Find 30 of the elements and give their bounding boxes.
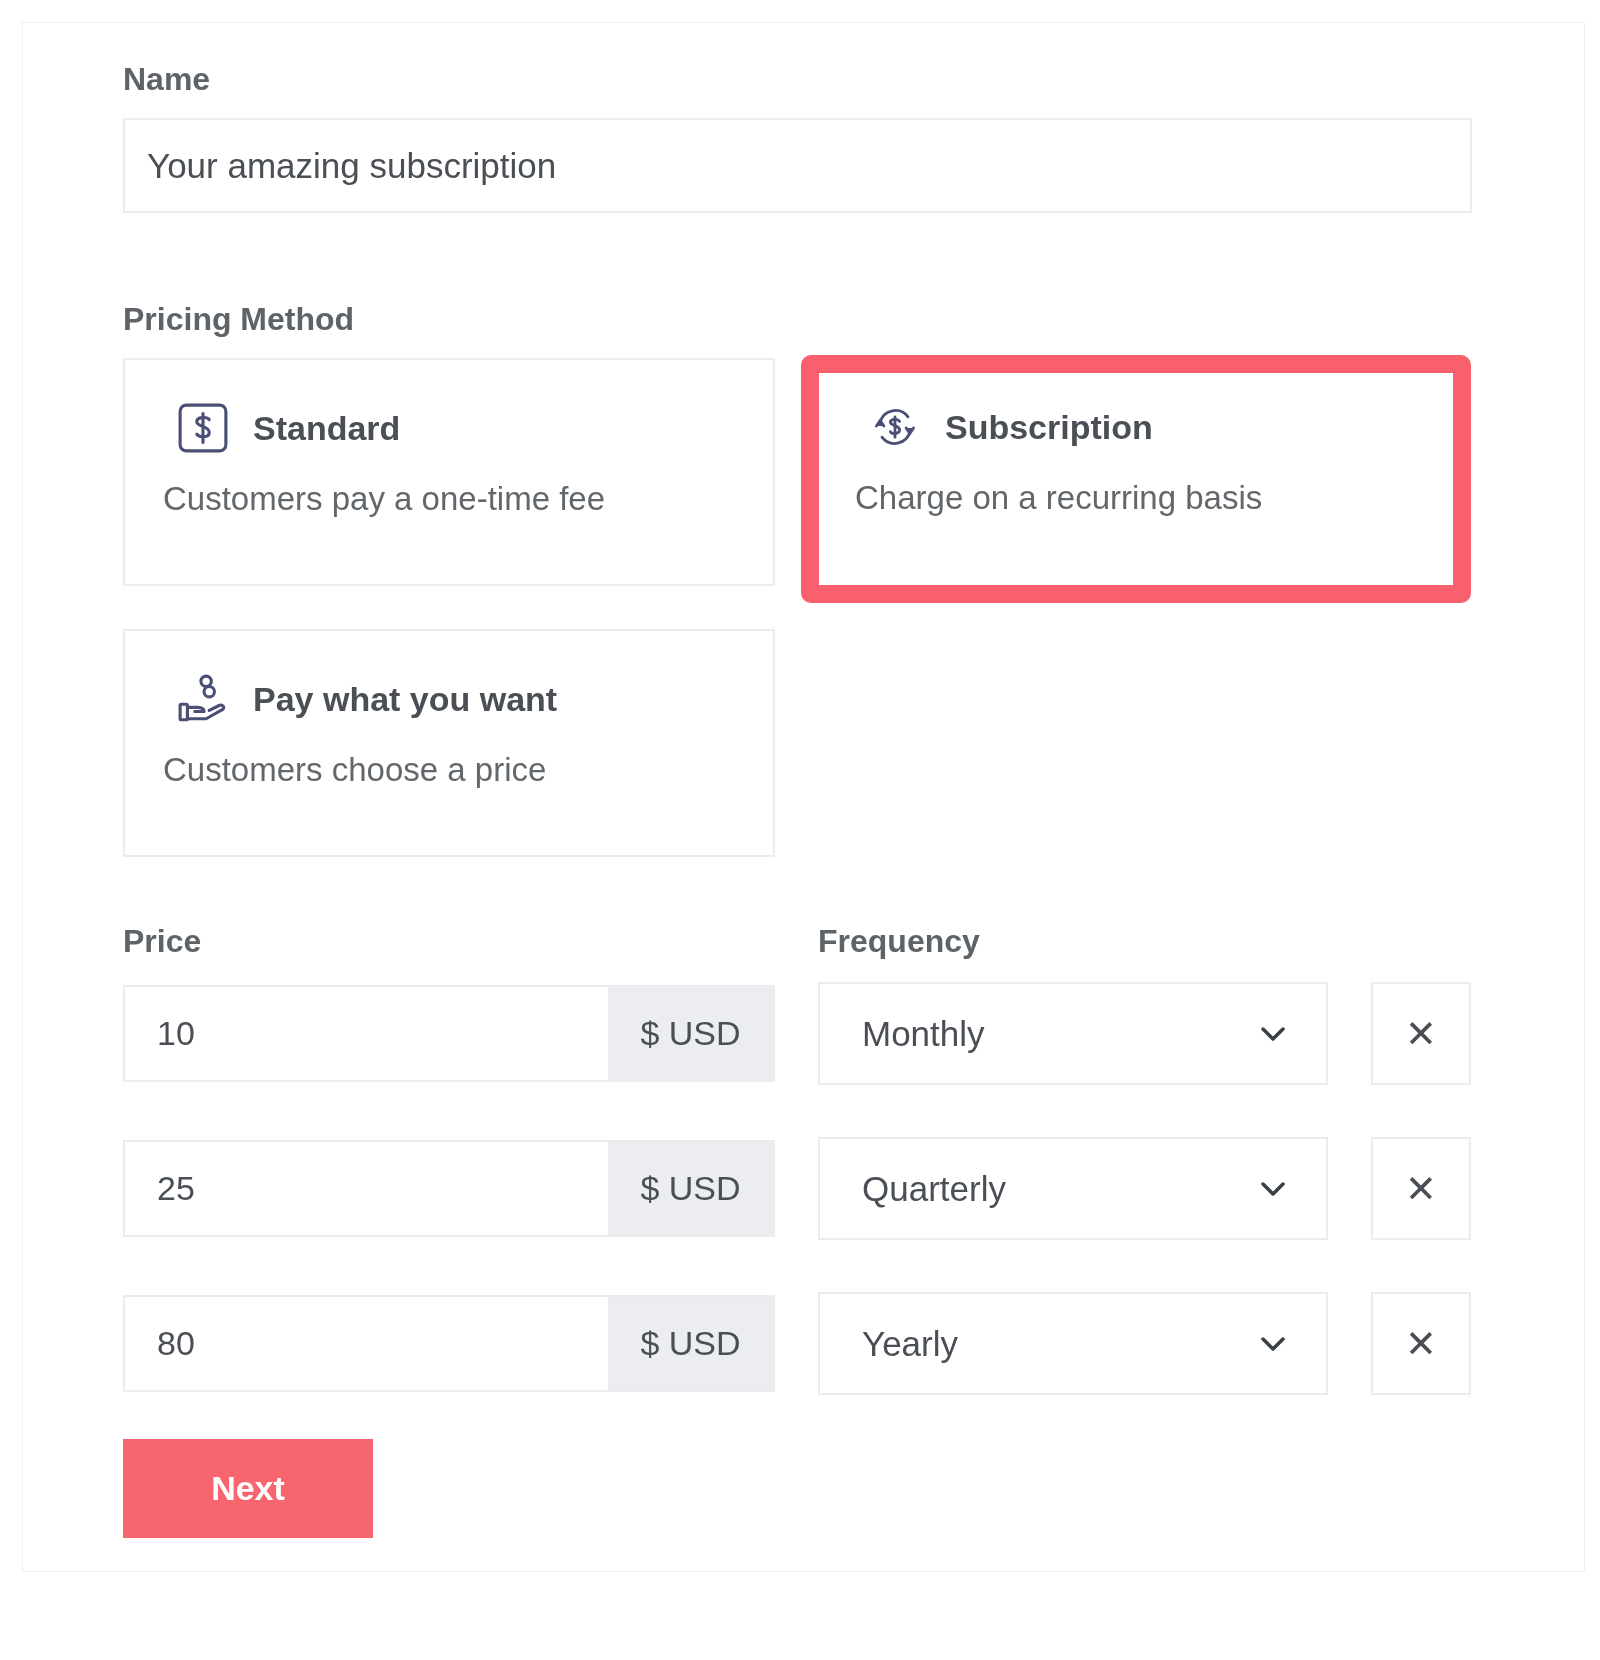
chevron-down-icon [1260,1180,1286,1197]
option-title: Subscription [945,407,1153,447]
currency-addon: $ USD [608,1142,773,1235]
field-label: Name [123,61,212,98]
option-title: Standard [253,408,401,448]
name-input[interactable]: Your amazing subscription [123,118,1472,213]
currency-addon: $ USD [608,1297,773,1390]
option-title: Pay what you want [253,679,558,719]
price-label: Price [123,923,203,960]
price-input[interactable]: 80 $ USD [123,1295,775,1392]
remove-button[interactable]: ✕ [1371,1137,1471,1240]
price-input[interactable]: 25 $ USD [123,1140,775,1237]
section-label: Pricing Method [123,301,356,338]
chevron-down-icon [1260,1335,1286,1352]
pricing-option-card[interactable]: Standard Customers pay a one-time fee [123,358,775,586]
frequency-dropdown[interactable]: Monthly [818,982,1328,1085]
dollar-square-icon [177,402,229,454]
pricing-option-card[interactable]: Subscription Charge on a recurring basis [801,355,1471,603]
frequency-dropdown[interactable]: Yearly [818,1292,1328,1395]
frequency-dropdown[interactable]: Quarterly [818,1137,1328,1240]
pricing-option-card[interactable]: Pay what you want Customers choose a price [123,629,775,857]
frequency-label: Frequency [818,923,981,960]
currency-addon: $ USD [608,987,773,1080]
option-description: Customers pay a one-time fee [163,480,607,518]
option-description: Customers choose a price [163,751,548,789]
option-description: Charge on a recurring basis [855,479,1264,517]
chevron-down-icon [1260,1025,1286,1042]
price-input[interactable]: 10 $ USD [123,985,775,1082]
remove-button[interactable]: ✕ [1371,982,1471,1085]
remove-button[interactable]: ✕ [1371,1292,1471,1395]
